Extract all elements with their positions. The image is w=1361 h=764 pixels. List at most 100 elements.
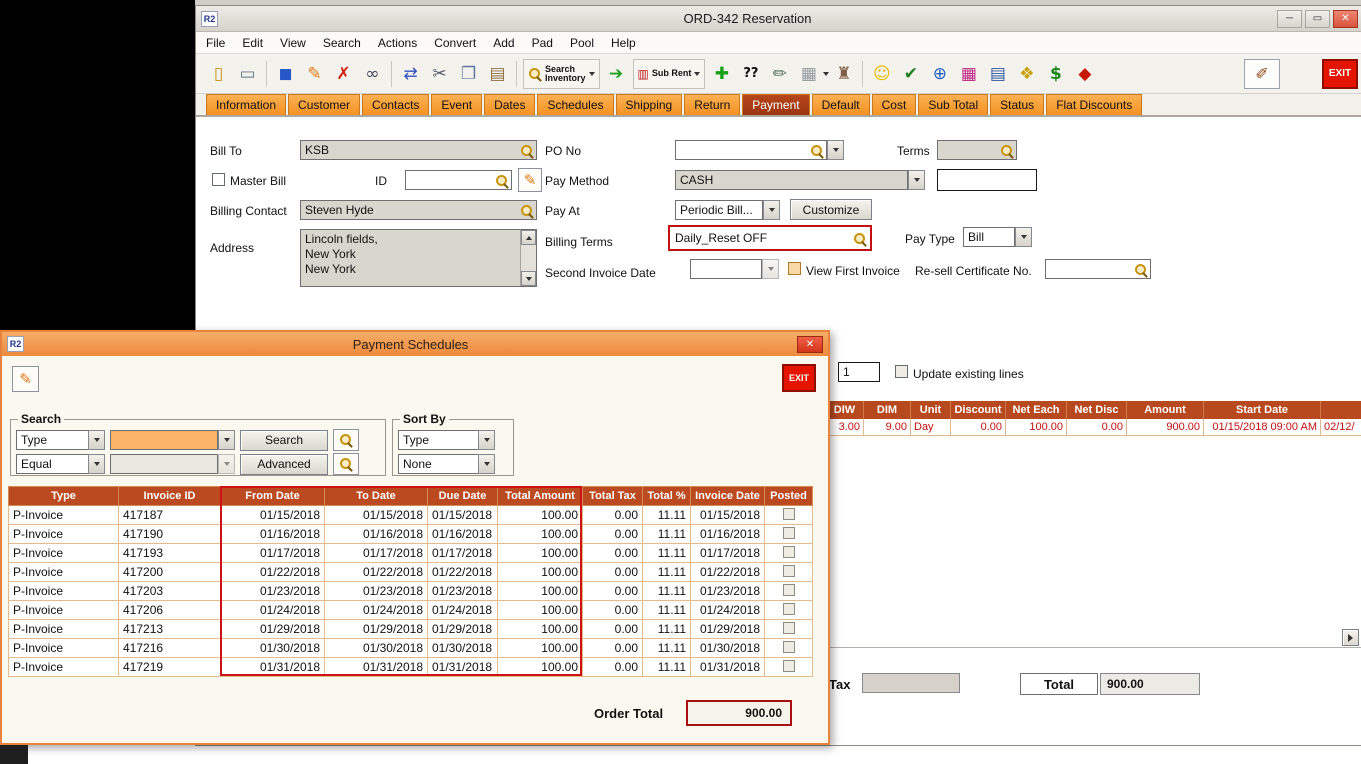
truck-icon[interactable]: ◆	[1070, 59, 1099, 88]
table-row[interactable]: P-Invoice 417190 01/16/2018 01/16/2018 0…	[9, 525, 813, 544]
add-line-icon[interactable]: ✚	[707, 59, 736, 88]
tab-cost[interactable]: Cost	[872, 94, 917, 115]
id-field[interactable]	[405, 170, 512, 190]
maximize-button[interactable]: ▭	[1305, 10, 1330, 28]
bill-to-field[interactable]: KSB	[300, 140, 537, 160]
search-icon[interactable]	[1134, 263, 1148, 277]
print-icon[interactable]: ▭	[233, 59, 262, 88]
close-button[interactable]: ✕	[1333, 10, 1358, 28]
search-operator-dropdown[interactable]	[88, 454, 105, 474]
pay-type-combo[interactable]: Bill	[963, 227, 1015, 247]
table-row[interactable]: P-Invoice 417203 01/23/2018 01/23/2018 0…	[9, 582, 813, 601]
tab-contacts[interactable]: Contacts	[362, 94, 429, 115]
style-brush-button[interactable]: ✐	[1244, 59, 1280, 89]
dialog-close-button[interactable]: ✕	[797, 336, 823, 353]
table-row[interactable]: P-Invoice 417200 01/22/2018 01/22/2018 0…	[9, 563, 813, 582]
col-unit[interactable]: Unit	[911, 401, 951, 419]
pay-type-dropdown[interactable]	[1015, 227, 1032, 247]
tab-shipping[interactable]: Shipping	[616, 94, 683, 115]
sort-order-combo[interactable]: None	[398, 454, 495, 474]
address-box[interactable]: Lincoln fields, New York New York	[300, 229, 537, 287]
search-keyword-input[interactable]	[110, 430, 218, 450]
resell-certificate-field[interactable]	[1045, 259, 1151, 279]
key-icon[interactable]: ❖	[1012, 59, 1041, 88]
menu-pad[interactable]: Pad	[532, 36, 553, 50]
terms-field[interactable]	[937, 140, 1017, 160]
search-operator-combo[interactable]: Equal	[16, 454, 105, 474]
qty-field[interactable]: 1	[838, 362, 880, 382]
new-icon[interactable]: ▯	[204, 59, 233, 88]
col-net-disc[interactable]: Net Disc	[1067, 401, 1127, 419]
customize-button[interactable]: Customize	[790, 199, 872, 220]
pay-at-dropdown[interactable]	[763, 200, 780, 220]
menu-file[interactable]: File	[206, 36, 225, 50]
col-posted[interactable]: Posted	[765, 487, 813, 506]
posted-checkbox[interactable]	[783, 527, 795, 539]
report-icon[interactable]: ♜	[829, 59, 858, 88]
posted-checkbox[interactable]	[783, 641, 795, 653]
search-icon[interactable]	[520, 204, 534, 218]
cut-icon[interactable]: ✂	[425, 59, 454, 88]
posted-checkbox[interactable]	[783, 565, 795, 577]
search-button[interactable]: Search	[240, 430, 328, 451]
menu-add[interactable]: Add	[493, 36, 514, 50]
convert-order-icon[interactable]: ➔	[602, 59, 631, 88]
menu-actions[interactable]: Actions	[378, 36, 417, 50]
search-type-combo[interactable]: Type	[16, 430, 105, 450]
verify-icon[interactable]: ✔	[896, 59, 925, 88]
search-icon[interactable]	[810, 144, 824, 158]
menu-pool[interactable]: Pool	[570, 36, 594, 50]
col-discount[interactable]: Discount	[951, 401, 1006, 419]
col-total-amount[interactable]: Total Amount	[498, 487, 583, 506]
col-from-date[interactable]: From Date	[221, 487, 325, 506]
col-dim[interactable]: DIM	[864, 401, 911, 419]
search-inventory-button[interactable]: Search Inventory	[523, 59, 600, 89]
search-icon[interactable]	[853, 232, 867, 246]
menu-convert[interactable]: Convert	[434, 36, 476, 50]
col-end-date[interactable]	[1321, 401, 1361, 419]
find-page-button[interactable]	[333, 429, 359, 451]
search-icon[interactable]	[1000, 144, 1014, 158]
copy-icon[interactable]: ❐	[454, 59, 483, 88]
update-existing-lines-checkbox[interactable]	[895, 365, 908, 378]
view-first-invoice-checkbox[interactable]	[788, 262, 801, 275]
col-total-tax[interactable]: Total Tax	[583, 487, 643, 506]
search-icon[interactable]	[520, 144, 534, 158]
table-row[interactable]: P-Invoice 417213 01/29/2018 01/29/2018 0…	[9, 620, 813, 639]
master-bill-checkbox[interactable]	[212, 173, 225, 186]
tab-flat-discounts[interactable]: Flat Discounts	[1046, 94, 1142, 115]
edit-icon[interactable]: ✎	[300, 59, 329, 88]
globe-icon[interactable]: ⊕	[925, 59, 954, 88]
posted-checkbox[interactable]	[783, 603, 795, 615]
table-row[interactable]: P-Invoice 417193 01/17/2018 01/17/2018 0…	[9, 544, 813, 563]
tab-default[interactable]: Default	[812, 94, 870, 115]
table-row[interactable]: P-Invoice 417187 01/15/2018 01/15/2018 0…	[9, 506, 813, 525]
export-icon[interactable]: ⇄	[396, 59, 425, 88]
sort-type-dropdown[interactable]	[478, 430, 495, 450]
pad-icon[interactable]: ▦	[794, 59, 823, 88]
col-net-each[interactable]: Net Each	[1006, 401, 1067, 419]
table-row[interactable]: P-Invoice 417219 01/31/2018 01/31/2018 0…	[9, 658, 813, 677]
col-to-date[interactable]: To Date	[325, 487, 428, 506]
col-type[interactable]: Type	[9, 487, 119, 506]
sub-rent-button[interactable]: ▥ Sub Rent	[633, 59, 706, 89]
tab-subtotal[interactable]: Sub Total	[918, 94, 988, 115]
posted-checkbox[interactable]	[783, 660, 795, 672]
edit-schedule-button[interactable]: ✎	[12, 366, 39, 392]
posted-checkbox[interactable]	[783, 546, 795, 558]
tab-schedules[interactable]: Schedules	[537, 94, 613, 115]
col-invoice-id[interactable]: Invoice ID	[119, 487, 221, 506]
table-row[interactable]: P-Invoice 417206 01/24/2018 01/24/2018 0…	[9, 601, 813, 620]
posted-checkbox[interactable]	[783, 508, 795, 520]
exit-button[interactable]: EXIT	[1322, 59, 1358, 89]
menu-help[interactable]: Help	[611, 36, 636, 50]
tab-payment[interactable]: Payment	[742, 94, 809, 115]
posted-checkbox[interactable]	[783, 584, 795, 596]
search-type-dropdown[interactable]	[88, 430, 105, 450]
pay-method-aux-field[interactable]	[937, 169, 1037, 191]
tab-dates[interactable]: Dates	[484, 94, 535, 115]
po-no-field[interactable]	[675, 140, 827, 160]
menu-search[interactable]: Search	[323, 36, 361, 50]
col-start-date[interactable]: Start Date	[1204, 401, 1321, 419]
find-icon[interactable]: ∞	[358, 59, 387, 88]
